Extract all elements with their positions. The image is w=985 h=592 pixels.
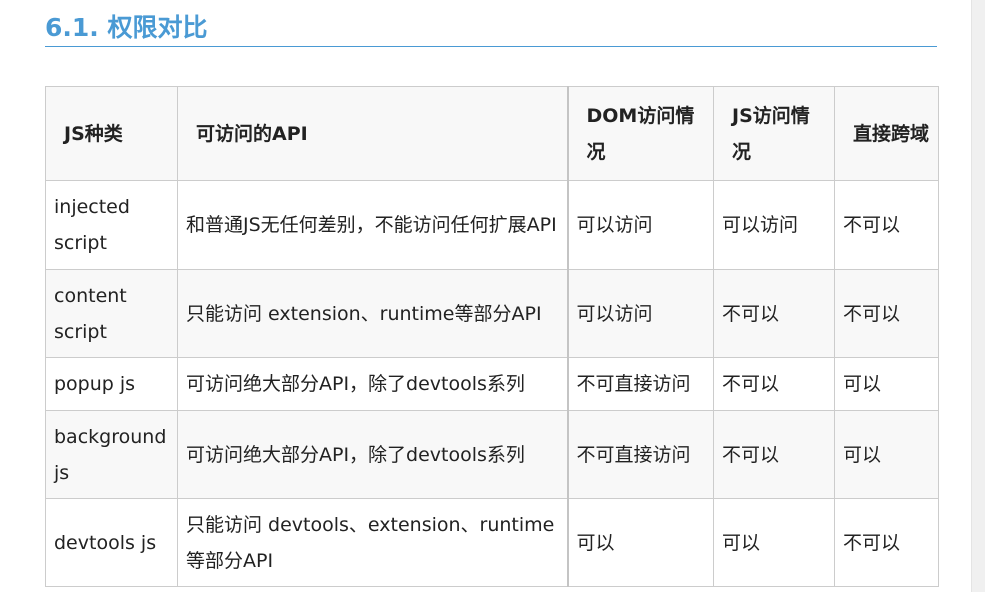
cell-cross-domain: 不可以 xyxy=(834,498,939,587)
table-header-row: JS种类 可访问的API DOM访问情况 JS访问情况 直接跨域 xyxy=(45,86,939,181)
cell-dom-access: 可以 xyxy=(566,498,714,587)
cell-js-type: devtools js xyxy=(45,498,178,587)
column-header-cross-domain: 直接跨域 xyxy=(834,86,939,181)
cell-dom-access: 可以访问 xyxy=(566,180,714,270)
table-row: background js 可访问绝大部分API，除了devtools系列 不可… xyxy=(45,410,939,499)
cell-cross-domain: 不可以 xyxy=(834,180,939,270)
cell-js-type: popup js xyxy=(45,357,178,411)
cell-cross-domain: 可以 xyxy=(834,357,939,411)
table-row: content script 只能访问 extension、runtime等部分… xyxy=(45,269,939,358)
column-header-dom-access: DOM访问情况 xyxy=(566,86,714,181)
cell-js-access: 可以访问 xyxy=(713,180,835,270)
section-title: 6.1. 权限对比 xyxy=(45,13,208,42)
table-row: devtools js 只能访问 devtools、extension、runt… xyxy=(45,498,939,587)
cell-js-type: content script xyxy=(45,269,178,358)
cell-js-access: 不可以 xyxy=(713,410,835,499)
cell-js-access: 不可以 xyxy=(713,269,835,358)
section-heading: 6.1. 权限对比 xyxy=(45,10,937,47)
cell-js-access: 不可以 xyxy=(713,357,835,411)
cell-dom-access: 不可直接访问 xyxy=(566,410,714,499)
cell-api: 可访问绝大部分API，除了devtools系列 xyxy=(177,410,568,499)
scrollbar-track[interactable] xyxy=(971,0,985,592)
cell-api: 可访问绝大部分API，除了devtools系列 xyxy=(177,357,568,411)
table-row: injected script 和普通JS无任何差别，不能访问任何扩展API 可… xyxy=(45,180,939,270)
table-row: popup js 可访问绝大部分API，除了devtools系列 不可直接访问 … xyxy=(45,357,939,411)
column-header-js-access: JS访问情况 xyxy=(713,86,835,181)
document-page: 6.1. 权限对比 JS种类 可访问的API DOM访问情况 JS访问情况 直接… xyxy=(0,0,971,592)
column-header-js-type: JS种类 xyxy=(45,86,178,181)
cell-api: 只能访问 extension、runtime等部分API xyxy=(177,269,568,358)
cell-dom-access: 可以访问 xyxy=(566,269,714,358)
cell-js-access: 可以 xyxy=(713,498,835,587)
cell-api: 和普通JS无任何差别，不能访问任何扩展API xyxy=(177,180,568,270)
column-header-api: 可访问的API xyxy=(177,86,568,181)
cell-cross-domain: 可以 xyxy=(834,410,939,499)
permission-comparison-table: JS种类 可访问的API DOM访问情况 JS访问情况 直接跨域 injecte… xyxy=(45,86,939,587)
cell-cross-domain: 不可以 xyxy=(834,269,939,358)
cell-js-type: background js xyxy=(45,410,178,499)
cell-js-type: injected script xyxy=(45,180,178,270)
cell-dom-access: 不可直接访问 xyxy=(566,357,714,411)
cell-api: 只能访问 devtools、extension、runtime等部分API xyxy=(177,498,568,587)
